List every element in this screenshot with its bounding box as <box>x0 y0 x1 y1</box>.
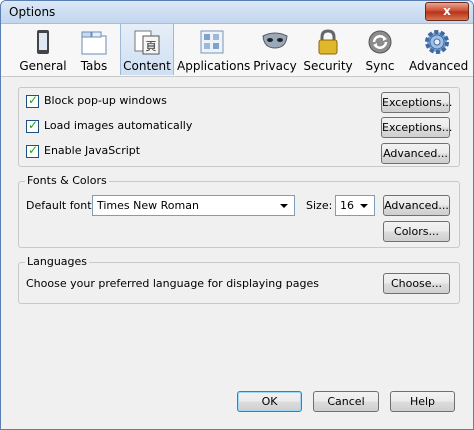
font-size-select[interactable]: 16 <box>335 195 375 216</box>
tab-label: Advanced <box>409 59 469 73</box>
default-font-label: Default font: <box>26 199 96 212</box>
cancel-button[interactable]: Cancel <box>313 391 379 412</box>
languages-group: Languages Choose your preferred language… <box>18 255 460 304</box>
help-button[interactable]: Help <box>390 391 455 412</box>
load-images-label: Load images automatically <box>44 119 193 132</box>
privacy-mask-icon <box>262 32 288 49</box>
block-popups-checkbox[interactable]: ✓ <box>26 93 39 108</box>
content-icon: 頁 <box>134 30 160 55</box>
tab-general[interactable]: General <box>18 24 68 75</box>
content-options-group: ✓ Block pop-up windows Exceptions... ✓ L… <box>18 87 460 167</box>
chevron-down-icon <box>280 204 288 208</box>
enable-js-checkbox[interactable]: ✓ <box>26 143 39 158</box>
popup-exceptions-button[interactable]: Exceptions... <box>381 92 452 113</box>
close-icon: x <box>443 4 451 18</box>
svg-text:頁: 頁 <box>146 40 157 53</box>
checkmark-icon: ✓ <box>28 118 39 132</box>
fonts-colors-group: Fonts & Colors Default font: Times New R… <box>18 174 460 248</box>
tab-label: General <box>19 59 67 73</box>
languages-description: Choose your preferred language for displ… <box>26 277 319 290</box>
tab-privacy[interactable]: Privacy <box>253 24 297 75</box>
gear-icon <box>425 30 449 54</box>
general-icon <box>37 30 49 54</box>
tab-label: Tabs <box>80 59 108 73</box>
tab-tabs[interactable]: Tabs <box>71 24 117 75</box>
tab-advanced[interactable]: Advanced <box>409 24 469 75</box>
load-images-checkbox[interactable]: ✓ <box>26 118 39 133</box>
tab-applications[interactable]: Applications <box>177 24 251 75</box>
applications-icon <box>200 30 224 54</box>
choose-language-button[interactable]: Choose... <box>383 273 450 294</box>
chevron-down-icon <box>360 204 368 208</box>
default-font-value: Times New Roman <box>97 199 199 212</box>
default-font-select[interactable]: Times New Roman <box>92 195 295 216</box>
padlock-icon <box>318 29 338 55</box>
sync-icon <box>368 30 392 54</box>
block-popups-label: Block pop-up windows <box>44 94 167 107</box>
close-button[interactable]: x <box>425 2 469 21</box>
tab-security[interactable]: Security <box>303 24 353 75</box>
fonts-advanced-button[interactable]: Advanced... <box>383 195 450 216</box>
checkmark-icon: ✓ <box>28 143 39 157</box>
tab-label: Privacy <box>253 59 297 73</box>
tab-label: Security <box>303 59 353 73</box>
font-size-value: 16 <box>340 199 354 212</box>
size-label: Size: <box>306 199 333 212</box>
tab-label: Applications <box>177 59 251 73</box>
tabs-icon <box>81 31 107 55</box>
fonts-colors-title: Fonts & Colors <box>25 174 109 187</box>
window-title: Options <box>9 5 56 19</box>
tab-sync[interactable]: Sync <box>359 24 401 75</box>
checkmark-icon: ✓ <box>28 93 39 107</box>
js-advanced-button[interactable]: Advanced... <box>381 143 450 164</box>
colors-button[interactable]: Colors... <box>383 221 450 242</box>
options-window: Options x General Tabs 頁 Content Applica… <box>0 0 474 430</box>
ok-button[interactable]: OK <box>237 391 302 412</box>
tab-content[interactable]: 頁 Content <box>120 24 174 75</box>
tab-label: Content <box>123 59 171 73</box>
images-exceptions-button[interactable]: Exceptions... <box>381 117 452 138</box>
title-bar[interactable]: Options x <box>1 1 473 24</box>
enable-js-label: Enable JavaScript <box>44 144 141 157</box>
tab-label: Sync <box>365 59 395 73</box>
preferences-toolbar: General Tabs 頁 Content Applications Priv… <box>1 24 473 77</box>
languages-title: Languages <box>25 255 90 268</box>
